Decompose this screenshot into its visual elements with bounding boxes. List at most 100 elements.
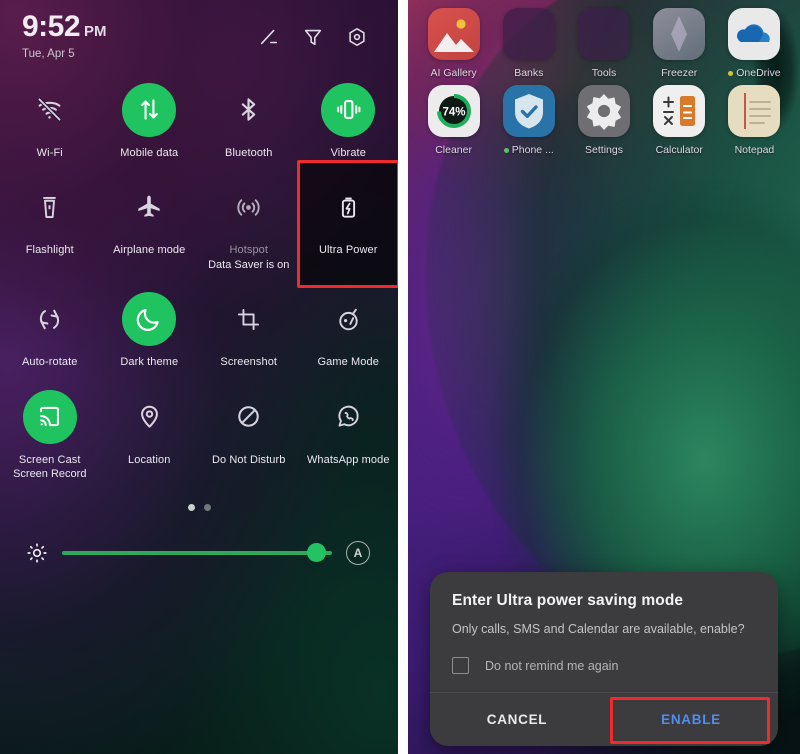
tile-game-mode[interactable]: Game Mode [299, 278, 399, 376]
tile-label: Game Mode [317, 356, 379, 369]
app-label: Banks [514, 67, 544, 79]
tile-screenshot[interactable]: Screenshot [199, 278, 299, 376]
app-settings[interactable]: Settings [566, 81, 641, 158]
page-dot-1[interactable] [187, 503, 195, 511]
tile-label: WhatsApp mode [306, 453, 390, 466]
app-onedrive[interactable]: OneDrive [717, 4, 792, 81]
tile-hotspot[interactable]: Hotspot Data Saver is on [199, 166, 299, 278]
brightness-slider-knob[interactable] [307, 543, 326, 563]
app-label: Settings [585, 144, 623, 156]
mobile-data-icon [122, 82, 177, 137]
tile-label: Wi-Fi [36, 146, 63, 159]
app-label: Notepad [734, 144, 775, 156]
calculator-icon [653, 85, 706, 137]
moon-icon [122, 292, 177, 347]
cleaner-icon: 74% [427, 85, 480, 137]
tile-label: Location [128, 453, 171, 466]
cleaner-percent-text: 74% [442, 107, 465, 119]
app-row: 74% Cleaner Phone ... Settings Calculato… [416, 81, 792, 158]
app-label: Calculator [655, 144, 703, 156]
clock-date: Tue, Apr 5 [22, 48, 75, 60]
app-freezer[interactable]: Freezer [642, 4, 717, 81]
do-not-remind-checkbox[interactable] [452, 657, 469, 674]
bluetooth-icon [222, 83, 276, 137]
tile-label: Bluetooth [225, 146, 273, 159]
page-indicator[interactable] [0, 503, 398, 511]
tile-row: Flashlight Airplane mode Hotspot Data Sa… [0, 160, 398, 289]
freezer-icon [653, 8, 706, 60]
location-pin-icon [122, 390, 176, 444]
tile-mobile-data[interactable]: Mobile data [100, 69, 200, 167]
airplane-icon [122, 180, 176, 234]
app-calculator[interactable]: Calculator [642, 81, 717, 158]
tile-screen-cast[interactable]: Screen Cast Screen Record [0, 376, 100, 488]
wifi-off-icon [23, 83, 77, 137]
whatsapp-icon [321, 390, 375, 444]
app-tools[interactable]: Tools [566, 4, 641, 81]
app-cleaner[interactable]: 74% Cleaner [416, 81, 491, 158]
tile-label: Hotspot [229, 244, 269, 257]
clock-ampm: PM [84, 23, 107, 40]
app-notepad[interactable]: Notepad [717, 81, 792, 158]
enable-button[interactable]: ENABLE [604, 693, 778, 746]
status-header: 9:52 PM Tue, Apr 5 [0, 0, 398, 61]
tile-airplane-mode[interactable]: Airplane mode [100, 166, 200, 278]
game-mode-icon [321, 292, 375, 346]
clock: 9:52 PM Tue, Apr 5 [22, 12, 107, 61]
auto-rotate-icon [23, 292, 77, 346]
folder-icon [502, 8, 555, 60]
quick-settings-tile-grid: Wi-Fi Mobile data Bluetooth Vibrate Flas… [0, 61, 398, 488]
brightness-row: A [0, 511, 398, 565]
tile-flashlight[interactable]: Flashlight [0, 166, 100, 278]
tile-ultra-power[interactable]: Ultra Power [296, 160, 398, 289]
tile-label: Flashlight [25, 244, 74, 257]
tile-label: Airplane mode [113, 244, 186, 257]
app-phone-manager[interactable]: Phone ... [491, 81, 566, 158]
filter-icon[interactable] [302, 26, 324, 48]
app-label: AI Gallery [430, 67, 477, 79]
onedrive-icon [728, 8, 781, 60]
clock-time: 9:52 [22, 10, 81, 43]
tile-label: Auto-rotate [21, 356, 78, 369]
dialog-message: Only calls, SMS and Calendar are availab… [452, 622, 745, 637]
brightness-slider[interactable] [62, 543, 332, 563]
brightness-slider-track [62, 550, 332, 555]
app-label: Phone ... [503, 144, 554, 156]
app-label: OneDrive [728, 67, 781, 79]
vibrate-icon [321, 82, 376, 137]
cancel-button[interactable]: CANCEL [430, 693, 604, 746]
do-not-remind-checkbox-row[interactable]: Do not remind me again [452, 657, 756, 692]
tile-label: Screenshot [220, 356, 278, 369]
tile-whatsapp-mode[interactable]: WhatsApp mode [299, 376, 399, 488]
app-row: AI Gallery Banks Tools Freezer OneDrive [416, 4, 792, 81]
tile-row: Wi-Fi Mobile data Bluetooth Vibrate [0, 69, 398, 167]
tile-do-not-disturb[interactable]: Do Not Disturb [199, 376, 299, 488]
edit-icon[interactable] [258, 26, 280, 48]
app-ai-gallery[interactable]: AI Gallery [416, 4, 491, 81]
shield-icon [502, 85, 555, 137]
tile-vibrate[interactable]: Vibrate [299, 69, 399, 167]
tile-sublabel: Screen Record [13, 468, 87, 481]
settings-icon[interactable] [346, 26, 368, 48]
auto-brightness-button[interactable]: A [346, 540, 370, 565]
screenshot-root: 9:52 PM Tue, Apr 5 Wi-Fi Mobile data Blu… [0, 0, 800, 754]
tile-label: Dark theme [120, 356, 179, 369]
folder-icon [578, 8, 630, 60]
tile-label: Do Not Disturb [211, 453, 286, 466]
tile-auto-rotate[interactable]: Auto-rotate [0, 278, 100, 376]
notification-dot-icon [728, 70, 734, 76]
app-label: Tools [591, 67, 617, 79]
app-banks[interactable]: Banks [491, 4, 566, 81]
brightness-icon [26, 542, 48, 564]
tile-dark-theme[interactable]: Dark theme [100, 278, 200, 376]
app-label: Cleaner [435, 144, 472, 156]
quick-settings-panel: 9:52 PM Tue, Apr 5 Wi-Fi Mobile data Blu… [0, 0, 398, 754]
tile-location[interactable]: Location [100, 376, 200, 488]
flashlight-icon [23, 180, 77, 234]
header-icon-group [258, 12, 380, 48]
do-not-remind-label: Do not remind me again [485, 658, 619, 673]
tile-bluetooth[interactable]: Bluetooth [199, 69, 299, 167]
page-dot-2[interactable] [203, 503, 211, 511]
tile-label: Vibrate [330, 146, 366, 159]
tile-wifi[interactable]: Wi-Fi [0, 69, 100, 167]
